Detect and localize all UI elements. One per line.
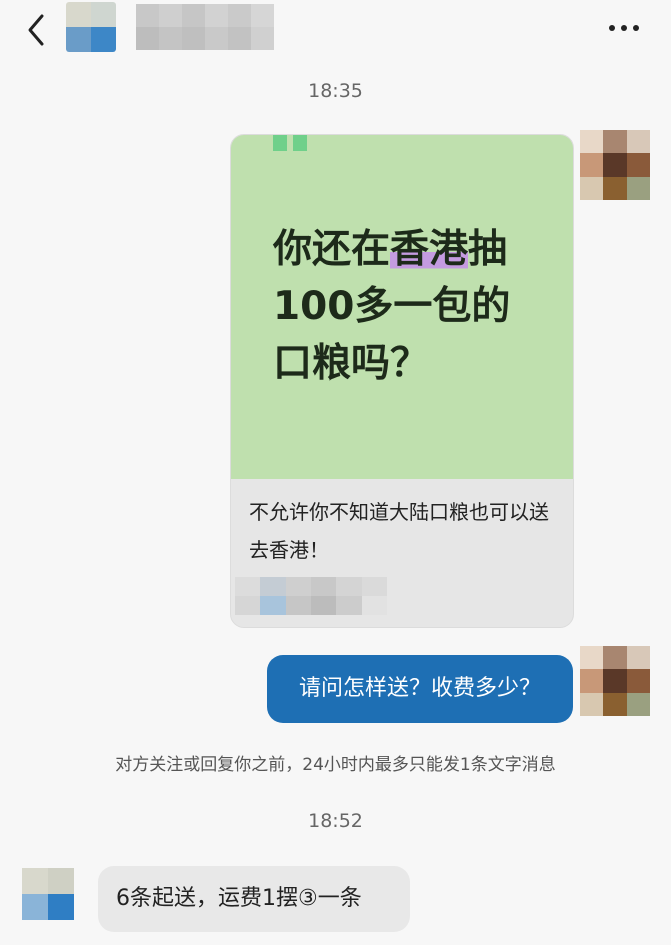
contact-avatar[interactable] bbox=[66, 2, 116, 52]
headline-highlight: 香港 bbox=[390, 227, 469, 272]
system-notice: 对方关注或回复你之前，24小时内最多只能发1条文字消息 bbox=[115, 755, 556, 775]
headline-text: 你还在 bbox=[273, 227, 391, 272]
article-headline: 你还在香港抽 100多一包的 口粮吗？ bbox=[273, 221, 563, 392]
contact-name-blurred bbox=[136, 4, 274, 50]
chat-header bbox=[0, 0, 671, 62]
timestamp: 18:35 bbox=[308, 80, 363, 102]
user-avatar[interactable] bbox=[580, 646, 650, 716]
article-cover-image: 你还在香港抽 100多一包的 口粮吗？ bbox=[231, 135, 573, 479]
quote-mark-icon bbox=[293, 135, 307, 151]
chevron-left-icon[interactable] bbox=[22, 12, 54, 48]
more-options-icon[interactable] bbox=[604, 16, 644, 40]
article-description: 不允许你不知道大陆口粮也可以送去香港！ bbox=[249, 500, 549, 562]
shared-article-card[interactable]: 你还在香港抽 100多一包的 口粮吗？ 不允许你不知道大陆口粮也可以送去香港！ bbox=[230, 134, 574, 628]
article-source-blurred bbox=[235, 577, 387, 615]
incoming-message-bubble[interactable]: 6条起送，运费1摆③一条 bbox=[98, 866, 410, 932]
contact-avatar[interactable] bbox=[22, 868, 74, 920]
timestamp: 18:52 bbox=[308, 810, 363, 832]
quote-mark-icon bbox=[273, 135, 287, 151]
user-avatar[interactable] bbox=[580, 130, 650, 200]
outgoing-message-bubble[interactable]: 请问怎样送？收费多少？ bbox=[267, 655, 573, 723]
